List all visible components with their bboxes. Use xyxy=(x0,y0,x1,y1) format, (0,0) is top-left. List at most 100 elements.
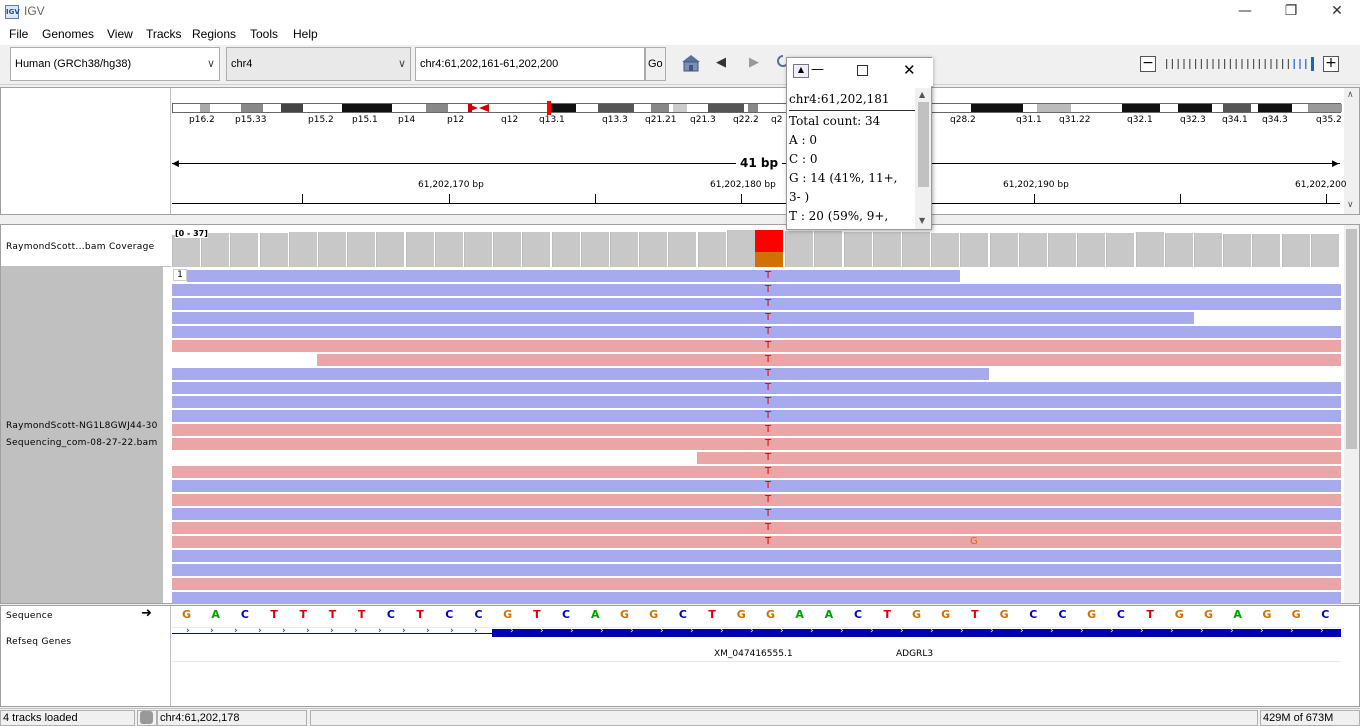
coverage-bar[interactable] xyxy=(1135,232,1164,267)
coverage-bar[interactable] xyxy=(639,232,668,267)
scroll-down-icon[interactable]: ▼ xyxy=(919,216,925,225)
coverage-bar[interactable] xyxy=(434,232,463,267)
coverage-bar[interactable] xyxy=(464,232,492,267)
aligned-read[interactable] xyxy=(172,592,1341,604)
aligned-read[interactable] xyxy=(172,396,1341,408)
scroll-up-icon[interactable]: ▲ xyxy=(919,90,925,99)
menu-tracks[interactable]: Tracks xyxy=(146,27,182,41)
coverage-bar[interactable] xyxy=(230,233,259,267)
aligned-read[interactable] xyxy=(172,564,1341,576)
coverage-bar[interactable] xyxy=(376,232,405,267)
back-icon[interactable]: ◀ xyxy=(716,55,726,70)
coverage-bar[interactable] xyxy=(1018,233,1047,267)
minimize-icon[interactable]: — xyxy=(1222,0,1268,24)
aligned-read[interactable] xyxy=(172,368,989,380)
zoom-out-icon[interactable]: − xyxy=(1140,56,1156,72)
coverage-bar[interactable] xyxy=(960,233,989,267)
popup-close-icon[interactable]: ✕ xyxy=(903,61,916,79)
menu-view[interactable]: View xyxy=(107,27,133,41)
aligned-read[interactable] xyxy=(187,270,960,282)
menu-help[interactable]: Help xyxy=(293,27,318,41)
aligned-read[interactable] xyxy=(172,298,1341,310)
coverage-bar[interactable] xyxy=(347,232,376,267)
coverage-bar[interactable] xyxy=(610,232,638,267)
restore-icon[interactable]: ❐ xyxy=(1268,0,1314,24)
coverage-bar[interactable] xyxy=(493,232,522,267)
aligned-read[interactable] xyxy=(172,340,1341,352)
aligned-read[interactable] xyxy=(172,578,1341,590)
aligned-read[interactable] xyxy=(172,494,1341,506)
coverage-bar[interactable] xyxy=(1252,234,1281,267)
zoom-slider[interactable] xyxy=(1164,57,1318,71)
aligned-read[interactable] xyxy=(172,382,1341,394)
aligned-read[interactable] xyxy=(172,522,1341,534)
chromosome-dropdown[interactable]: chr4 ∨ xyxy=(226,47,411,81)
coverage-bar[interactable] xyxy=(902,232,930,267)
coverage-bar[interactable] xyxy=(668,232,697,267)
coverage-mismatch-g[interactable] xyxy=(755,252,783,267)
coverage-bar[interactable] xyxy=(522,232,551,267)
coverage-name-cell[interactable]: RaymondScott...bam Coverage xyxy=(1,225,171,267)
menu-genomes[interactable]: Genomes xyxy=(42,27,94,41)
popup-scrollbar-thumb[interactable] xyxy=(918,102,929,187)
data-scrollbar-thumb[interactable] xyxy=(1346,229,1357,449)
go-button[interactable]: Go xyxy=(645,47,666,81)
coverage-bar[interactable] xyxy=(872,232,901,267)
coverage-bar[interactable] xyxy=(259,233,288,267)
coverage-bar[interactable] xyxy=(288,232,317,267)
chromosome-ideogram[interactable] xyxy=(172,101,1342,115)
coverage-bar[interactable] xyxy=(551,232,580,267)
genes-track-name[interactable]: Refseq Genes xyxy=(6,637,71,647)
current-region-marker[interactable] xyxy=(547,101,551,115)
coverage-bar[interactable] xyxy=(989,233,1018,267)
coverage-mismatch-t[interactable] xyxy=(755,230,783,252)
coverage-bar[interactable] xyxy=(1223,234,1252,267)
aligned-read[interactable] xyxy=(172,284,1341,296)
aligned-read[interactable] xyxy=(172,312,1194,324)
coverage-bar[interactable] xyxy=(697,232,726,267)
strand-arrow-icon[interactable]: ➜ xyxy=(141,606,152,621)
zoom-in-icon[interactable]: + xyxy=(1323,56,1339,72)
locus-input[interactable]: chr4:61,202,161-61,202,200 xyxy=(415,47,645,81)
coverage-bar[interactable] xyxy=(318,232,346,267)
menu-regions[interactable]: Regions xyxy=(192,27,236,41)
aligned-read[interactable] xyxy=(697,452,1341,464)
coverage-bar[interactable] xyxy=(814,231,843,267)
aligned-read[interactable] xyxy=(172,536,1341,548)
aligned-read[interactable] xyxy=(172,508,1341,520)
coverage-bar[interactable] xyxy=(1194,233,1222,267)
aligned-read[interactable] xyxy=(172,410,1341,422)
header-scrollbar[interactable]: ∧ ∨ xyxy=(1344,88,1359,214)
coverage-bar[interactable] xyxy=(931,233,960,267)
popup-minimize-icon[interactable]: — xyxy=(811,62,824,77)
aligned-read[interactable] xyxy=(172,466,1341,478)
coverage-bar[interactable] xyxy=(1281,234,1310,267)
coverage-bar[interactable] xyxy=(843,232,872,267)
coverage-bar[interactable] xyxy=(1048,233,1076,267)
aligned-read[interactable] xyxy=(172,438,1341,450)
forward-icon[interactable]: ▶ xyxy=(749,55,759,70)
aligned-read[interactable] xyxy=(317,354,1341,366)
genome-dropdown[interactable]: Human (GRCh38/hg38) ∨ xyxy=(10,47,220,81)
home-icon[interactable] xyxy=(680,53,702,75)
data-scrollbar[interactable] xyxy=(1344,225,1359,603)
close-icon[interactable]: ✕ xyxy=(1314,0,1360,24)
coverage-bar[interactable] xyxy=(201,233,230,267)
coverage-bar[interactable] xyxy=(580,232,609,267)
coverage-bar[interactable] xyxy=(172,235,200,267)
coverage-bar[interactable] xyxy=(1310,234,1339,267)
aligned-read[interactable] xyxy=(172,550,1341,562)
coverage-bar[interactable] xyxy=(1077,233,1106,267)
sequence-track-name[interactable]: Sequence xyxy=(6,611,53,621)
coverage-bar[interactable] xyxy=(405,232,434,267)
coverage-bar[interactable] xyxy=(726,230,755,267)
aligned-read[interactable] xyxy=(172,326,1341,338)
menu-file[interactable]: File xyxy=(9,27,28,41)
aligned-read[interactable] xyxy=(172,424,1341,436)
coverage-bar[interactable] xyxy=(785,231,814,267)
popup-maximize-icon[interactable] xyxy=(857,65,868,76)
base-info-popup[interactable]: ▲ — ✕ chr4:61,202,181 Total count: 34 A … xyxy=(786,57,933,230)
alignment-name-cell[interactable]: RaymondScott-NG1L8GWJ44-30 Sequencing_co… xyxy=(1,267,163,603)
menu-tools[interactable]: Tools xyxy=(250,27,278,41)
coverage-bar[interactable] xyxy=(1106,233,1135,267)
